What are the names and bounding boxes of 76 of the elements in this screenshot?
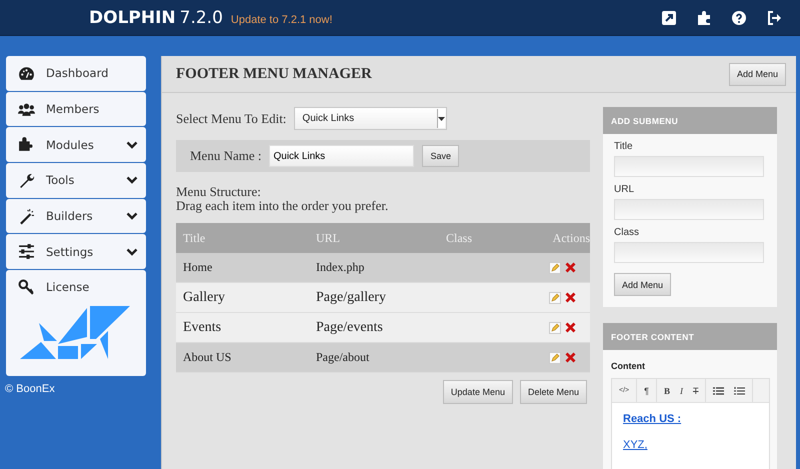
table-cell-text: Events bbox=[182, 320, 222, 336]
table-cell-text: Home bbox=[182, 260, 214, 275]
version-label: 7.2.0 bbox=[180, 8, 223, 28]
dashboard-icon bbox=[18, 64, 35, 82]
panel-heading: ADD SUBMENU bbox=[603, 107, 777, 134]
table-row[interactable]: About US Page/about bbox=[176, 343, 590, 373]
table-cell-text: Gallery bbox=[182, 290, 226, 306]
sidebar-item[interactable]: Tools bbox=[6, 163, 146, 198]
sidebar-item[interactable]: License bbox=[6, 270, 146, 305]
table-action-button[interactable]: Delete Menu bbox=[520, 380, 587, 404]
edit-icon[interactable] bbox=[549, 262, 561, 274]
edit-icon[interactable] bbox=[549, 322, 561, 334]
puzzle-icon[interactable] bbox=[696, 10, 712, 26]
group-icon bbox=[18, 100, 35, 118]
external-link-icon[interactable] bbox=[661, 10, 677, 26]
table-action-button[interactable]: Update Menu bbox=[442, 380, 513, 404]
field-label: Class bbox=[614, 227, 640, 238]
input-field[interactable] bbox=[614, 156, 764, 177]
structure-hint: Drag each item into the order you prefer. bbox=[176, 199, 390, 213]
content-link[interactable]: XYZ, bbox=[623, 439, 648, 451]
update-link[interactable]: Update to 7.2.1 now! bbox=[230, 14, 332, 26]
select-label: Select Menu To Edit: bbox=[176, 110, 286, 126]
delete-icon[interactable] bbox=[565, 292, 576, 302]
strikethrough-button[interactable]: T bbox=[688, 386, 704, 396]
add-menu-button[interactable]: Add Menu bbox=[728, 62, 786, 86]
table-row[interactable]: Gallery Page/gallery bbox=[176, 283, 590, 313]
menu-name-label: Menu Name : bbox=[190, 148, 262, 164]
sidebar-item[interactable]: Builders bbox=[6, 198, 146, 234]
table-cell-text: Page/about bbox=[316, 350, 370, 365]
key-icon bbox=[18, 278, 35, 296]
input-field[interactable] bbox=[614, 242, 764, 263]
table-row[interactable]: Events Page/events bbox=[176, 313, 590, 343]
help-icon[interactable] bbox=[731, 10, 747, 26]
copyright-text: © BoonEx bbox=[5, 382, 56, 395]
numbered-list-icon[interactable] bbox=[734, 386, 746, 394]
delete-icon[interactable] bbox=[565, 352, 576, 362]
delete-icon[interactable] bbox=[565, 322, 576, 332]
field-label: Title bbox=[614, 141, 633, 152]
wrench-icon bbox=[18, 172, 35, 189]
save-button[interactable]: Save bbox=[422, 145, 459, 167]
logout-icon[interactable] bbox=[766, 10, 782, 26]
column-header: Class bbox=[446, 230, 474, 246]
puzzle-icon bbox=[18, 136, 35, 154]
menu-name-field[interactable]: Quick Links bbox=[269, 145, 414, 167]
field-label: URL bbox=[614, 184, 634, 195]
brand-name: DOLPHIN bbox=[89, 8, 176, 28]
input-field[interactable] bbox=[614, 199, 764, 220]
table-row[interactable]: Home Index.php bbox=[176, 253, 590, 283]
table-cell-text: Page/gallery bbox=[316, 290, 387, 306]
add-menu-button[interactable]: Add Menu bbox=[614, 273, 672, 296]
sliders-icon bbox=[18, 243, 35, 260]
italic-button[interactable]: I bbox=[674, 386, 688, 396]
column-header: Title bbox=[182, 230, 206, 246]
edit-icon[interactable] bbox=[549, 352, 561, 364]
table-cell-text: Index.php bbox=[316, 260, 366, 275]
paragraph-button[interactable]: ¶ bbox=[639, 386, 654, 396]
dropdown-arrow-icon[interactable] bbox=[438, 116, 446, 120]
menu-select[interactable]: Quick Links bbox=[294, 107, 448, 130]
sidebar-item[interactable]: Dashboard bbox=[6, 56, 146, 91]
table-cell-text: About US bbox=[182, 350, 232, 365]
magic-wand-icon bbox=[18, 208, 35, 225]
content-link[interactable]: Reach US : bbox=[623, 413, 682, 425]
structure-heading: Menu Structure: bbox=[176, 185, 262, 199]
panel-heading: FOOTER CONTENT bbox=[603, 323, 777, 350]
edit-icon[interactable] bbox=[549, 292, 561, 304]
bold-button[interactable]: B bbox=[658, 386, 675, 396]
bullet-list-icon[interactable] bbox=[713, 386, 724, 394]
delete-icon[interactable] bbox=[565, 262, 576, 272]
sidebar-item[interactable]: Members bbox=[6, 92, 146, 126]
table-cell-text: Page/events bbox=[316, 320, 384, 336]
content-label: Content bbox=[611, 361, 646, 371]
sidebar-item[interactable]: Settings bbox=[6, 234, 146, 270]
column-header: Actions bbox=[552, 230, 590, 246]
column-header: URL bbox=[316, 230, 341, 246]
page-title: FOOTER MENU MANAGER bbox=[176, 66, 372, 82]
sidebar-item[interactable]: Modules bbox=[6, 127, 146, 162]
